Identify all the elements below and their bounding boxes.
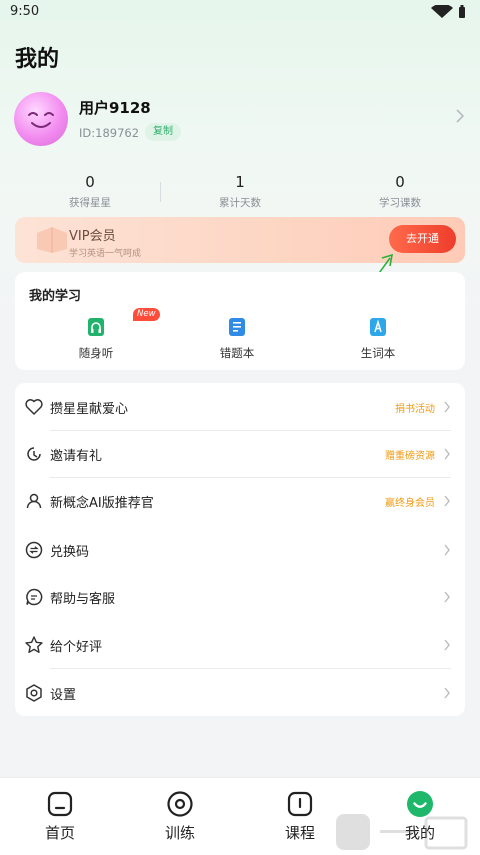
menu-label: 兑换码 xyxy=(50,545,90,560)
menu-tag: 捐书活动 xyxy=(395,404,435,415)
status-icons xyxy=(431,5,465,18)
stat-days[interactable]: 1 累计天数 xyxy=(165,173,315,210)
study-item-listen[interactable]: 随身听 xyxy=(56,317,136,361)
chevron-right-icon xyxy=(444,544,450,556)
user-icon xyxy=(26,493,42,509)
chevron-right-icon xyxy=(444,687,450,699)
chevron-right-icon xyxy=(444,495,450,507)
chat-icon xyxy=(26,588,43,606)
study-item-label: 随身听 xyxy=(78,346,114,360)
course-icon xyxy=(287,791,313,817)
username: 用户9128 xyxy=(79,99,151,117)
page-title: 我的 xyxy=(15,47,60,72)
section-title: 我的学习 xyxy=(29,289,82,304)
study-item-label: 生词本 xyxy=(360,346,396,360)
tab-training[interactable]: 训练 xyxy=(140,790,220,843)
study-item-vocabulary[interactable]: 生词本 xyxy=(338,317,418,361)
wifi-icon xyxy=(431,5,453,18)
vocabulary-icon xyxy=(370,318,386,336)
status-bar: 9:50 xyxy=(0,0,480,24)
menu-item-redeem-code[interactable]: 兑换码 xyxy=(15,526,465,573)
menu-label: 攒星星献爱心 xyxy=(50,402,129,417)
menu-card: 攒星星献爱心 捐书活动 邀请有礼 赠重磅资源 新概念AI版推荐官 赢终身会员 兑… xyxy=(15,383,465,716)
heart-icon xyxy=(25,399,43,415)
stat-lessons[interactable]: 0 学习课数 xyxy=(325,173,475,210)
smile-face-icon xyxy=(28,112,54,128)
menu-item-settings[interactable]: 设置 xyxy=(15,669,465,716)
vip-subtitle: 学习英语一气呵成 xyxy=(69,249,142,259)
user-id: ID:189762 xyxy=(79,126,140,140)
stat-stars[interactable]: 0 获得星星 xyxy=(15,173,165,210)
tab-home[interactable]: 首页 xyxy=(20,790,100,843)
menu-tag: 赠重磅资源 xyxy=(385,451,435,462)
invite-icon xyxy=(27,447,41,461)
stat-divider xyxy=(160,182,161,202)
mistake-book-icon xyxy=(229,318,245,336)
status-time: 9:50 xyxy=(10,4,40,19)
vip-book-icon xyxy=(37,227,67,253)
stat-value: 1 xyxy=(235,173,245,191)
settings-icon xyxy=(26,684,42,702)
stats-row: 0 获得星星 1 累计天数 0 学习课数 xyxy=(15,173,465,215)
avatar[interactable] xyxy=(14,92,68,146)
stat-value: 0 xyxy=(395,173,405,191)
menu-label: 给个好评 xyxy=(50,640,103,655)
tab-course[interactable]: 课程 xyxy=(260,790,340,843)
chevron-right-icon[interactable] xyxy=(454,109,466,123)
headphones-icon xyxy=(88,318,104,336)
menu-label: 设置 xyxy=(50,688,77,703)
menu-item-rate[interactable]: 给个好评 xyxy=(15,621,465,668)
study-item-mistakes[interactable]: 错题本 xyxy=(197,317,277,361)
profile-header[interactable]: 用户9128 ID:189762 复制 xyxy=(14,92,466,150)
study-item-label: 错题本 xyxy=(219,346,255,360)
copy-id-button[interactable]: 复制 xyxy=(145,123,181,141)
battery-icon xyxy=(459,5,465,18)
new-badge: New xyxy=(133,308,160,321)
stat-label: 累计天数 xyxy=(219,197,261,209)
tab-label: 训练 xyxy=(164,824,195,842)
exchange-icon xyxy=(25,541,43,559)
stat-label: 学习课数 xyxy=(379,197,421,209)
stat-value: 0 xyxy=(85,173,95,191)
menu-label: 新概念AI版推荐官 xyxy=(50,496,154,511)
home-icon xyxy=(47,791,73,817)
chevron-right-icon xyxy=(444,448,450,460)
chevron-right-icon xyxy=(444,401,450,413)
menu-label: 帮助与客服 xyxy=(50,592,116,607)
menu-label: 邀请有礼 xyxy=(50,449,103,464)
tab-label: 课程 xyxy=(284,824,315,842)
menu-item-help[interactable]: 帮助与客服 xyxy=(15,573,465,620)
menu-item-donate[interactable]: 攒星星献爱心 捐书活动 xyxy=(15,383,465,430)
chevron-right-icon xyxy=(444,591,450,603)
my-study-card: 我的学习 New 随身听 错题本 生词本 xyxy=(15,272,465,370)
vip-open-button[interactable]: 去开通 xyxy=(389,225,456,253)
watermark-logo xyxy=(336,814,468,850)
menu-item-invite[interactable]: 邀请有礼 赠重磅资源 xyxy=(15,430,465,477)
chevron-right-icon xyxy=(444,639,450,651)
training-icon xyxy=(167,791,193,817)
tab-label: 首页 xyxy=(44,824,75,842)
menu-item-ambassador[interactable]: 新概念AI版推荐官 赢终身会员 xyxy=(15,477,465,524)
menu-tag: 赢终身会员 xyxy=(385,498,435,509)
stat-label: 获得星星 xyxy=(69,197,111,209)
star-icon xyxy=(25,636,43,653)
vip-title: VIP会员 xyxy=(69,229,116,244)
